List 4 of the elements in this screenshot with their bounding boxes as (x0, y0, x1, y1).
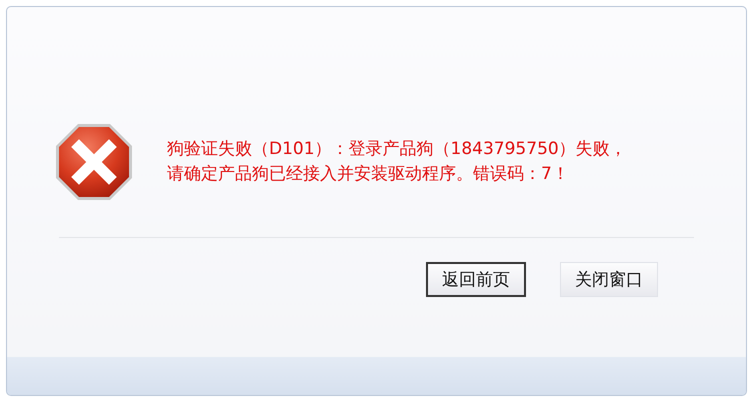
error-icon (55, 123, 133, 201)
dialog-button[interactable]: 返回前页 (426, 262, 526, 297)
dialog-button[interactable]: 关闭窗口 (560, 262, 658, 297)
error-message: 狗验证失败（D101）：登录产品狗（1843795750）失败，请确定产品狗已经接入并安装驱动程序。错误码：7！ (167, 138, 628, 186)
